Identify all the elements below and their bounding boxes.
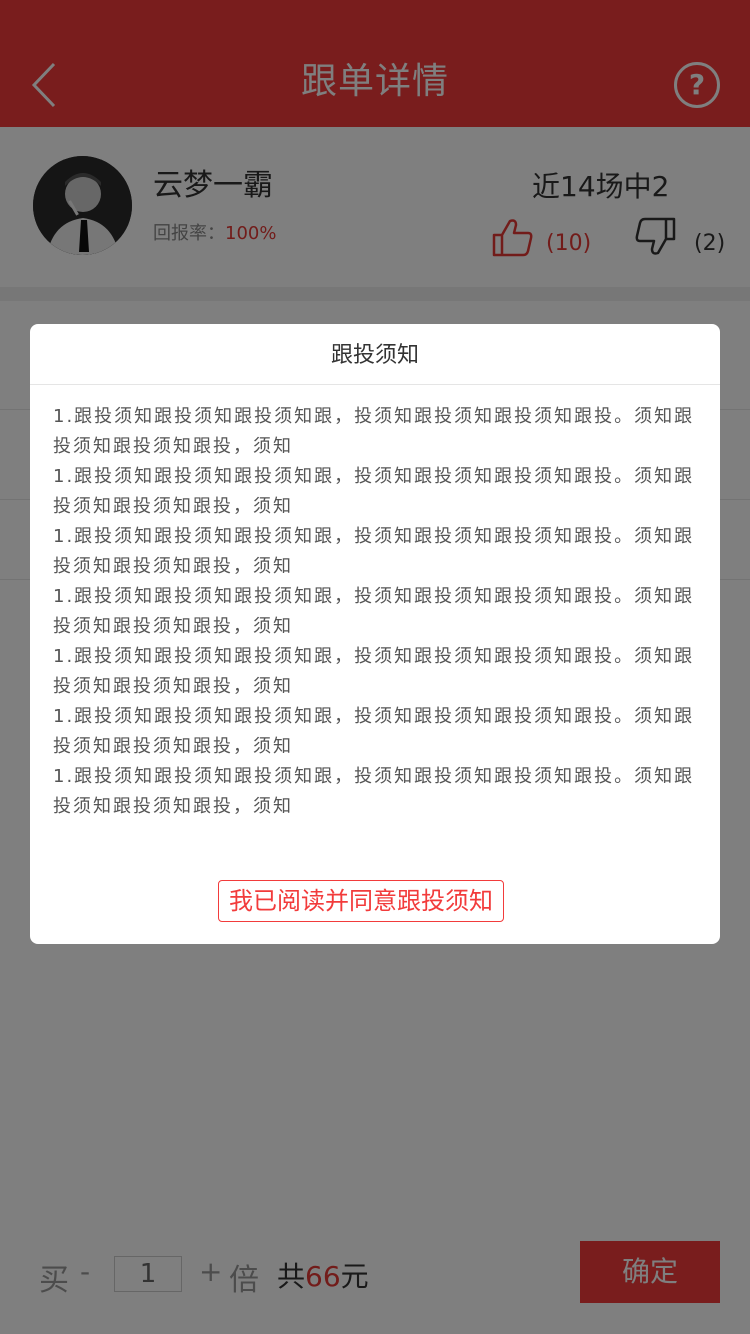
notice-paragraph: 1.跟投须知跟投须知跟投须知跟，投须知跟投须知跟投须知跟投。须知跟投须知跟投须知… — [53, 706, 695, 757]
dialog-title: 跟投须知 — [30, 324, 720, 385]
agree-button[interactable]: 我已阅读并同意跟投须知 — [218, 880, 504, 922]
notice-paragraph: 1.跟投须知跟投须知跟投须知跟，投须知跟投须知跟投须知跟投。须知跟投须知跟投须知… — [53, 466, 695, 517]
notice-paragraph: 1.跟投须知跟投须知跟投须知跟，投须知跟投须知跟投须知跟投。须知跟投须知跟投须知… — [53, 526, 695, 577]
notice-paragraph: 1.跟投须知跟投须知跟投须知跟，投须知跟投须知跟投须知跟投。须知跟投须知跟投须知… — [53, 766, 695, 817]
notice-paragraph: 1.跟投须知跟投须知跟投须知跟，投须知跟投须知跟投须知跟投。须知跟投须知跟投须知… — [53, 646, 695, 697]
follow-notice-dialog: 跟投须知 1.跟投须知跟投须知跟投须知跟，投须知跟投须知跟投须知跟投。须知跟投须… — [30, 324, 720, 944]
notice-paragraph: 1.跟投须知跟投须知跟投须知跟，投须知跟投须知跟投须知跟投。须知跟投须知跟投须知… — [53, 406, 695, 457]
notice-paragraph: 1.跟投须知跟投须知跟投须知跟，投须知跟投须知跟投须知跟投。须知跟投须知跟投须知… — [53, 586, 695, 637]
dialog-body: 1.跟投须知跟投须知跟投须知跟，投须知跟投须知跟投须知跟投。须知跟投须知跟投须知… — [53, 402, 703, 822]
